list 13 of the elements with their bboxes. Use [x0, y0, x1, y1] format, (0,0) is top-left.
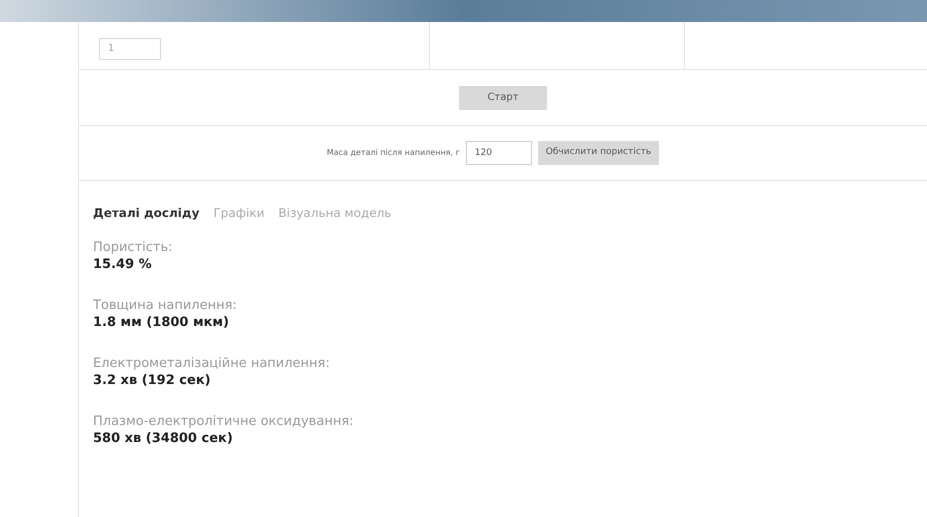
detail-value: 1.8 мм (1800 мкм) [93, 314, 230, 331]
detail-label: Товщина напилення: [93, 298, 238, 314]
start-button[interactable]: Старт [459, 86, 547, 110]
mass-field[interactable]: 120 [466, 141, 532, 165]
detail-value: 3.2 хв (192 сек) [93, 372, 212, 389]
detail-value: 15.49 % [93, 256, 153, 273]
mass-label: Маса деталі після напилення, г [326, 147, 460, 159]
detail-value: 580 хв (34800 сек) [93, 430, 234, 447]
calculate-button[interactable]: Обчислити пористість [538, 141, 660, 165]
tab[interactable]: Деталі досліду [93, 204, 200, 222]
detail-label: Пористість: [93, 240, 174, 256]
detail-label: Плазмо-електролітичне оксидування: [93, 414, 355, 430]
detail-label: Електрометалізаційне напилення: [93, 356, 331, 372]
